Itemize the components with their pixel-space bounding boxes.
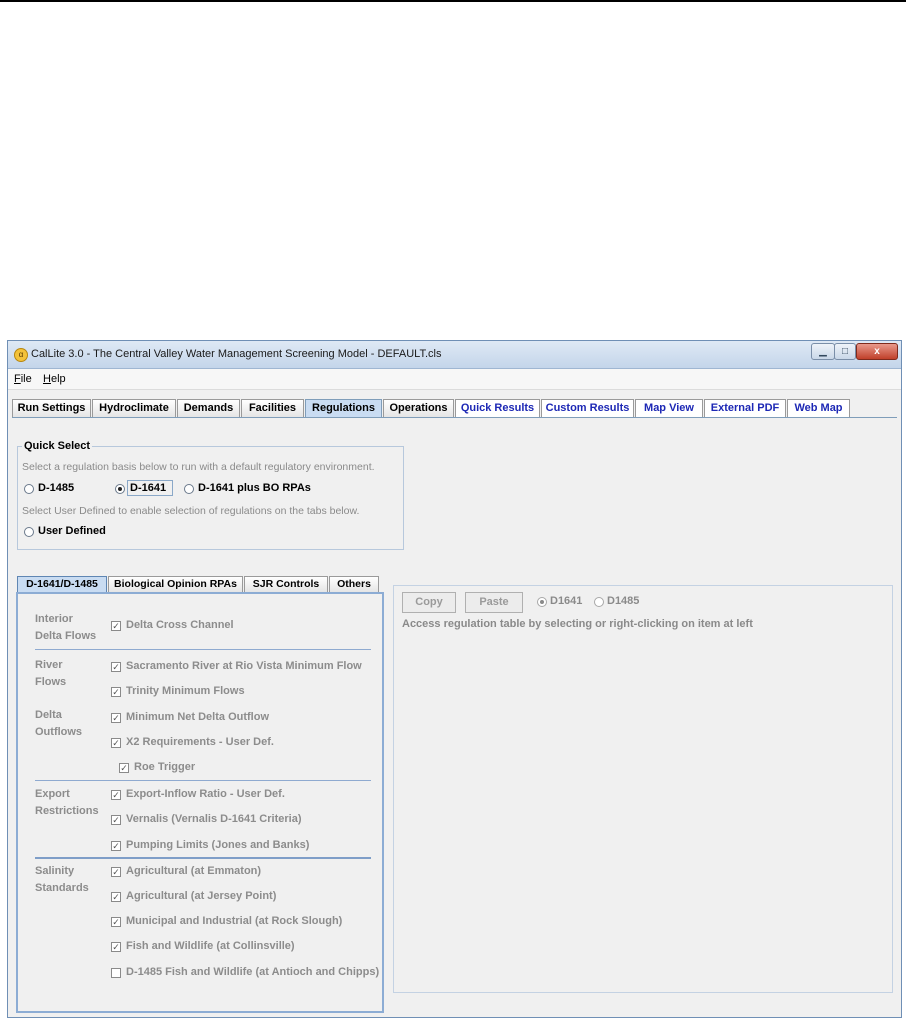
- checkbox-label[interactable]: Minimum Net Delta Outflow: [126, 711, 269, 723]
- maximize-button[interactable]: □: [834, 343, 856, 360]
- checkbox-x2-requirements[interactable]: ✓: [111, 738, 121, 748]
- subtab-sjr-controls[interactable]: SJR Controls: [244, 576, 328, 592]
- user-defined-hint: Select User Defined to enable selection …: [22, 505, 360, 517]
- quick-select-title: Quick Select: [22, 440, 93, 452]
- group-export-restrictions: Export Restrictions: [35, 786, 99, 820]
- quick-select-hint: Select a regulation basis below to run w…: [22, 461, 375, 473]
- checkbox-label[interactable]: Municipal and Industrial (at Rock Slough…: [126, 915, 342, 927]
- group-delta-outflows: Delta Outflows: [35, 707, 82, 741]
- checkbox-pumping-limits[interactable]: ✓: [111, 841, 121, 851]
- group-label-line: Salinity: [35, 865, 75, 877]
- radio-user-defined[interactable]: [24, 527, 34, 537]
- title-bar[interactable]: α CalLite 3.0 - The Central Valley Water…: [8, 341, 901, 369]
- radio-d1641-table[interactable]: [537, 597, 547, 607]
- checkbox-label[interactable]: Delta Cross Channel: [126, 619, 234, 631]
- regulation-table-panel: Copy Paste D1641 D1485 Access regulation…: [393, 585, 893, 993]
- checkbox-ag-emmaton[interactable]: ✓: [111, 867, 121, 877]
- radio-d1641[interactable]: [115, 484, 125, 494]
- checkbox-mi-rock-slough[interactable]: ✓: [111, 917, 121, 927]
- tab-web-map[interactable]: Web Map: [787, 399, 850, 417]
- minimize-icon: ▁: [819, 346, 827, 357]
- checkbox-ag-jersey-point[interactable]: ✓: [111, 892, 121, 902]
- tab-bar-divider: [12, 417, 897, 418]
- menu-bar: File Help: [8, 369, 901, 390]
- quick-select-group: Quick Select Select a regulation basis b…: [17, 440, 404, 550]
- checkbox-label[interactable]: Agricultural (at Jersey Point): [126, 890, 276, 902]
- group-separator: [35, 649, 371, 650]
- group-label-line: Flows: [35, 676, 67, 688]
- group-separator: [35, 857, 371, 859]
- maximize-icon: □: [841, 346, 849, 357]
- subtab-bio-opinion-rpas[interactable]: Biological Opinion RPAs: [108, 576, 243, 592]
- group-separator: [35, 780, 371, 781]
- radio-d1485-label[interactable]: D-1485: [38, 482, 74, 494]
- checkbox-label[interactable]: D-1485 Fish and Wildlife (at Antioch and…: [126, 966, 379, 978]
- group-label-line: Delta: [35, 709, 62, 721]
- group-river-flows: River Flows: [35, 657, 66, 691]
- top-border-line: [0, 0, 906, 2]
- radio-d1485-table-label[interactable]: D1485: [607, 595, 639, 607]
- checkbox-label[interactable]: Export-Inflow Ratio - User Def.: [126, 788, 285, 800]
- tab-demands[interactable]: Demands: [177, 399, 240, 417]
- tab-facilities[interactable]: Facilities: [241, 399, 304, 417]
- group-label-line: Export: [35, 788, 70, 800]
- paste-button[interactable]: Paste: [465, 592, 523, 613]
- radio-d1641-label[interactable]: D-1641: [130, 482, 166, 494]
- checkbox-label[interactable]: Agricultural (at Emmaton): [126, 865, 261, 877]
- checkbox-label[interactable]: Roe Trigger: [134, 761, 195, 773]
- checkbox-vernalis[interactable]: ✓: [111, 815, 121, 825]
- checkbox-fish-wildlife-collinsville[interactable]: ✓: [111, 942, 121, 952]
- radio-d1641-bo-rpas-label[interactable]: D-1641 plus BO RPAs: [198, 482, 311, 494]
- group-label-line: Interior: [35, 613, 73, 625]
- checkbox-roe-trigger[interactable]: ✓: [119, 763, 129, 773]
- group-label-line: Delta Flows: [35, 630, 97, 642]
- checkbox-sacramento-rio-vista[interactable]: ✓: [111, 662, 121, 672]
- checkbox-label[interactable]: Fish and Wildlife (at Collinsville): [126, 940, 295, 952]
- group-label-line: Standards: [35, 882, 89, 894]
- tab-run-settings[interactable]: Run Settings: [12, 399, 91, 417]
- window-title: CalLite 3.0 - The Central Valley Water M…: [31, 348, 442, 360]
- tab-quick-results[interactable]: Quick Results: [455, 399, 540, 417]
- radio-d1641-table-label[interactable]: D1641: [550, 595, 582, 607]
- checkbox-delta-cross-channel[interactable]: ✓: [111, 621, 121, 631]
- tab-custom-results[interactable]: Custom Results: [541, 399, 634, 417]
- checkbox-label[interactable]: X2 Requirements - User Def.: [126, 736, 274, 748]
- app-icon: α: [14, 348, 28, 362]
- group-salinity-standards: Salinity Standards: [35, 863, 89, 897]
- checkbox-export-inflow-ratio[interactable]: ✓: [111, 790, 121, 800]
- minimize-button[interactable]: ▁: [811, 343, 835, 360]
- tab-regulations[interactable]: Regulations: [305, 399, 382, 417]
- checkbox-label[interactable]: Sacramento River at Rio Vista Minimum Fl…: [126, 660, 362, 672]
- checkbox-label[interactable]: Pumping Limits (Jones and Banks): [126, 839, 309, 851]
- close-button[interactable]: x: [856, 343, 898, 360]
- group-interior-delta-flows: Interior Delta Flows: [35, 611, 96, 645]
- checkbox-d1485-fish-wildlife[interactable]: [111, 968, 121, 978]
- radio-d1485-table[interactable]: [594, 597, 604, 607]
- menu-file[interactable]: File: [14, 373, 32, 385]
- group-label-line: River: [35, 659, 63, 671]
- app-window: α CalLite 3.0 - The Central Valley Water…: [7, 340, 902, 1018]
- checkbox-label[interactable]: Trinity Minimum Flows: [126, 685, 245, 697]
- subtab-others[interactable]: Others: [329, 576, 379, 592]
- regulation-table-info: Access regulation table by selecting or …: [402, 618, 753, 630]
- tab-map-view[interactable]: Map View: [635, 399, 703, 417]
- menu-help[interactable]: Help: [43, 373, 66, 385]
- tab-external-pdf[interactable]: External PDF: [704, 399, 786, 417]
- tab-operations[interactable]: Operations: [383, 399, 454, 417]
- copy-button[interactable]: Copy: [402, 592, 456, 613]
- group-label-line: Restrictions: [35, 805, 99, 817]
- checkbox-min-net-delta-outflow[interactable]: ✓: [111, 713, 121, 723]
- regulations-panel: Interior Delta Flows ✓ Delta Cross Chann…: [16, 592, 384, 1013]
- radio-d1485[interactable]: [24, 484, 34, 494]
- subtab-d1641-d1485[interactable]: D-1641/D-1485: [17, 576, 107, 592]
- checkbox-label[interactable]: Vernalis (Vernalis D-1641 Criteria): [126, 813, 301, 825]
- tab-hydroclimate[interactable]: Hydroclimate: [92, 399, 176, 417]
- radio-d1641-bo-rpas[interactable]: [184, 484, 194, 494]
- radio-user-defined-label[interactable]: User Defined: [38, 525, 106, 537]
- checkbox-trinity-min-flows[interactable]: ✓: [111, 687, 121, 697]
- group-label-line: Outflows: [35, 726, 83, 738]
